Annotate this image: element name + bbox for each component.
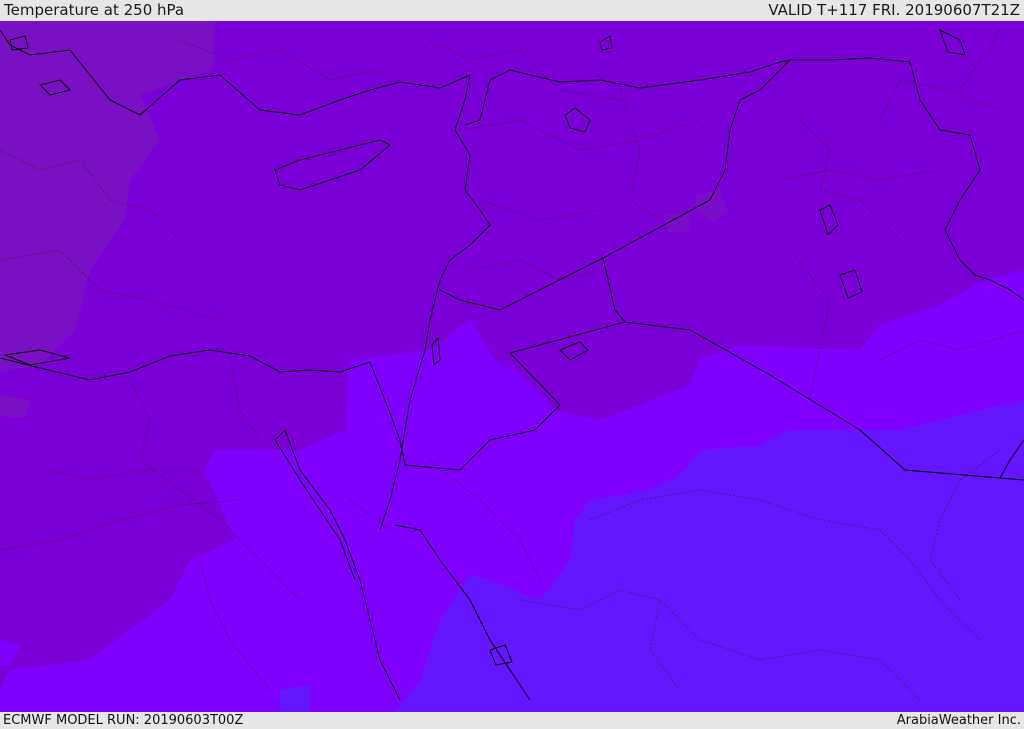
map-header: Temperature at 250 hPa VALID T+117 FRI. … xyxy=(0,0,1024,21)
map-canvas xyxy=(0,21,1024,712)
valid-time: VALID T+117 FRI. 20190607T21Z xyxy=(768,1,1020,19)
brand-label: ArabiaWeather Inc. xyxy=(896,713,1021,728)
map-footer: ECMWF MODEL RUN: 20190603T00Z ArabiaWeat… xyxy=(0,712,1024,729)
weather-map[interactable] xyxy=(0,21,1024,712)
model-run-label: ECMWF MODEL RUN: 20190603T00Z xyxy=(3,713,244,728)
map-title: Temperature at 250 hPa xyxy=(4,1,185,19)
